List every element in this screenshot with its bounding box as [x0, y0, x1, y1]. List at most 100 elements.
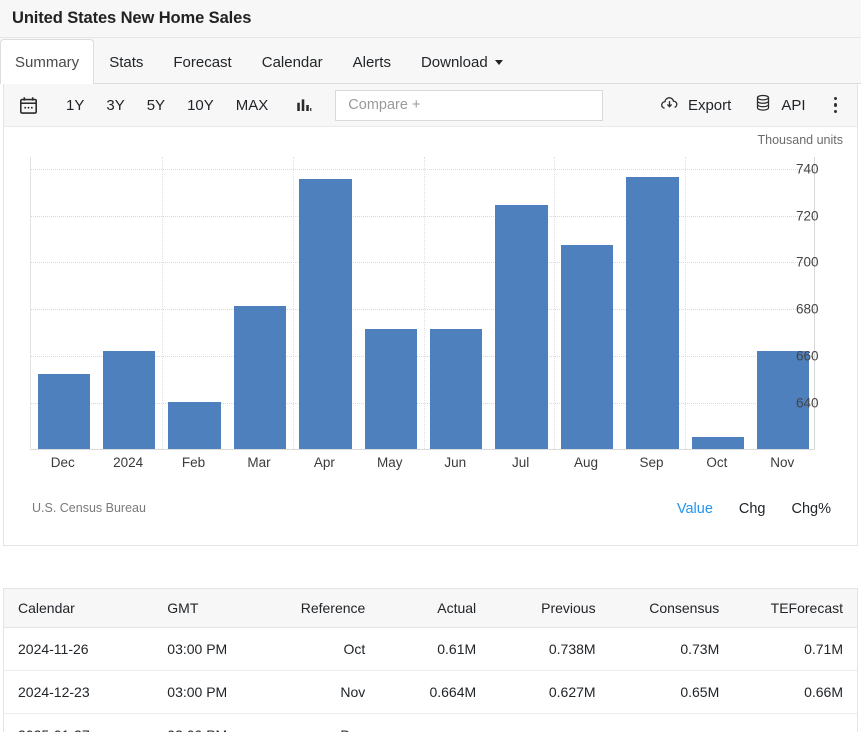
api-label: API — [781, 97, 805, 114]
x-axis-tick-label: 2024 — [113, 455, 143, 470]
cell-gmt: 03:00 PM — [153, 671, 268, 714]
table-header: CalendarGMTReferenceActualPreviousConsen… — [4, 589, 857, 628]
value-tab-chg[interactable]: Chg — [739, 501, 766, 517]
x-axis-tick-label: Apr — [314, 455, 335, 470]
toolbar-actions: Export API — [637, 93, 841, 118]
chevron-down-icon — [495, 60, 503, 65]
range-button-1y[interactable]: 1Y — [55, 95, 95, 116]
cell-teforecast — [733, 714, 857, 732]
bar-jul[interactable] — [495, 205, 547, 449]
tab-forecast[interactable]: Forecast — [158, 39, 246, 84]
tab-label: Alerts — [353, 54, 391, 71]
range-button-5y[interactable]: 5Y — [136, 95, 176, 116]
column-header-calendar[interactable]: Calendar — [4, 589, 153, 628]
bar-may[interactable] — [365, 329, 417, 449]
gridline-vertical — [424, 157, 425, 449]
range-button-3y[interactable]: 3Y — [95, 95, 135, 116]
tab-bar: Summary Stats Forecast Calendar Alerts Downlo… — [0, 38, 861, 84]
chart-unit-label: Thousand units — [758, 133, 843, 147]
tab-calendar[interactable]: Calendar — [247, 39, 338, 84]
y-axis-tick-label: 700 — [796, 255, 819, 270]
page-title: United States New Home Sales — [12, 9, 251, 28]
bar-apr[interactable] — [299, 179, 351, 449]
y-axis-tick-label: 740 — [796, 161, 819, 176]
kebab-menu-icon[interactable] — [830, 95, 842, 116]
plot-canvas[interactable] — [30, 157, 815, 450]
cell-actual: 0.664M — [379, 671, 490, 714]
tab-stats[interactable]: Stats — [94, 39, 158, 84]
tab-label: Download — [421, 54, 488, 71]
export-button[interactable]: Export — [659, 93, 731, 118]
bar-aug[interactable] — [561, 245, 613, 449]
value-mode-tabs: Value Chg Chg% — [677, 501, 843, 517]
calendar-table: CalendarGMTReferenceActualPreviousConsen… — [4, 589, 857, 732]
gridline-horizontal — [31, 216, 814, 217]
cell-actual — [379, 714, 490, 732]
table-row[interactable]: 2024-11-2603:00 PMOct0.61M0.738M0.73M0.7… — [4, 628, 857, 671]
value-tab-value[interactable]: Value — [677, 501, 713, 517]
y-axis-tick-label: 660 — [796, 349, 819, 364]
column-header-actual[interactable]: Actual — [379, 589, 490, 628]
bar-oct[interactable] — [692, 437, 744, 449]
y-axis-tick-label: 680 — [796, 302, 819, 317]
bar-dec[interactable] — [38, 374, 90, 449]
column-header-gmt[interactable]: GMT — [153, 589, 268, 628]
gridline-vertical — [162, 157, 163, 449]
table-body: 2024-11-2603:00 PMOct0.61M0.738M0.73M0.7… — [4, 628, 857, 732]
value-tab-chg-pct[interactable]: Chg% — [792, 501, 832, 517]
cell-teforecast: 0.66M — [733, 671, 857, 714]
cell-reference: Oct — [268, 628, 379, 671]
cell-previous — [490, 714, 609, 732]
range-button-10y[interactable]: 10Y — [176, 95, 225, 116]
cell-calendar: 2024-12-23 — [4, 671, 153, 714]
tab-label: Calendar — [262, 54, 323, 71]
column-header-reference[interactable]: Reference — [268, 589, 379, 628]
cell-actual: 0.61M — [379, 628, 490, 671]
y-axis-tick-label: 640 — [796, 396, 819, 411]
bar-feb[interactable] — [168, 402, 220, 449]
x-axis-tick-label: Oct — [706, 455, 727, 470]
x-axis-tick-label: Feb — [182, 455, 205, 470]
cell-teforecast: 0.71M — [733, 628, 857, 671]
bar-sep[interactable] — [626, 177, 678, 449]
column-header-previous[interactable]: Previous — [490, 589, 609, 628]
compare-input[interactable]: Compare + — [335, 90, 603, 121]
x-axis-tick-label: Jul — [512, 455, 529, 470]
gridline-horizontal — [31, 309, 814, 310]
x-axis-tick-label: Sep — [639, 455, 663, 470]
title-bar: United States New Home Sales — [0, 0, 861, 38]
cell-consensus: 0.65M — [610, 671, 734, 714]
cell-reference: Nov — [268, 671, 379, 714]
calendar-icon[interactable] — [18, 95, 39, 116]
chart-toolbar: 1Y3Y5Y10YMAX Compare + — [4, 84, 857, 127]
range-button-max[interactable]: MAX — [225, 95, 280, 116]
x-axis-tick-label: Jun — [444, 455, 466, 470]
gridline-horizontal — [31, 169, 814, 170]
cell-reference: Dec — [268, 714, 379, 732]
tab-label: Stats — [109, 54, 143, 71]
table-row[interactable]: 2024-12-2303:00 PMNov0.664M0.627M0.65M0.… — [4, 671, 857, 714]
api-button[interactable]: API — [753, 93, 805, 117]
bar-mar[interactable] — [234, 306, 286, 449]
calendar-table-panel: CalendarGMTReferenceActualPreviousConsen… — [3, 588, 858, 732]
bar-2024[interactable] — [103, 351, 155, 449]
column-header-teforecast[interactable]: TEForecast — [733, 589, 857, 628]
chart-footer: U.S. Census Bureau ValueChgChg% — [4, 489, 857, 545]
bar-chart-icon[interactable] — [295, 96, 313, 114]
bar-jun[interactable] — [430, 329, 482, 449]
tab-summary[interactable]: Summary — [0, 39, 94, 84]
gridline-vertical — [685, 157, 686, 449]
database-icon — [753, 93, 773, 117]
gridline-vertical — [293, 157, 294, 449]
chart-panel: 1Y3Y5Y10YMAX Compare + — [3, 84, 858, 546]
tab-download[interactable]: Download — [406, 39, 518, 84]
compare-placeholder: Compare + — [348, 97, 420, 113]
cell-gmt: 03:00 PM — [153, 714, 268, 732]
table-row[interactable]: 2025-01-2703:00 PMDec — [4, 714, 857, 732]
cell-gmt: 03:00 PM — [153, 628, 268, 671]
cell-calendar: 2024-11-26 — [4, 628, 153, 671]
tab-alerts[interactable]: Alerts — [338, 39, 406, 84]
cell-consensus: 0.73M — [610, 628, 734, 671]
cell-previous: 0.627M — [490, 671, 609, 714]
column-header-consensus[interactable]: Consensus — [610, 589, 734, 628]
